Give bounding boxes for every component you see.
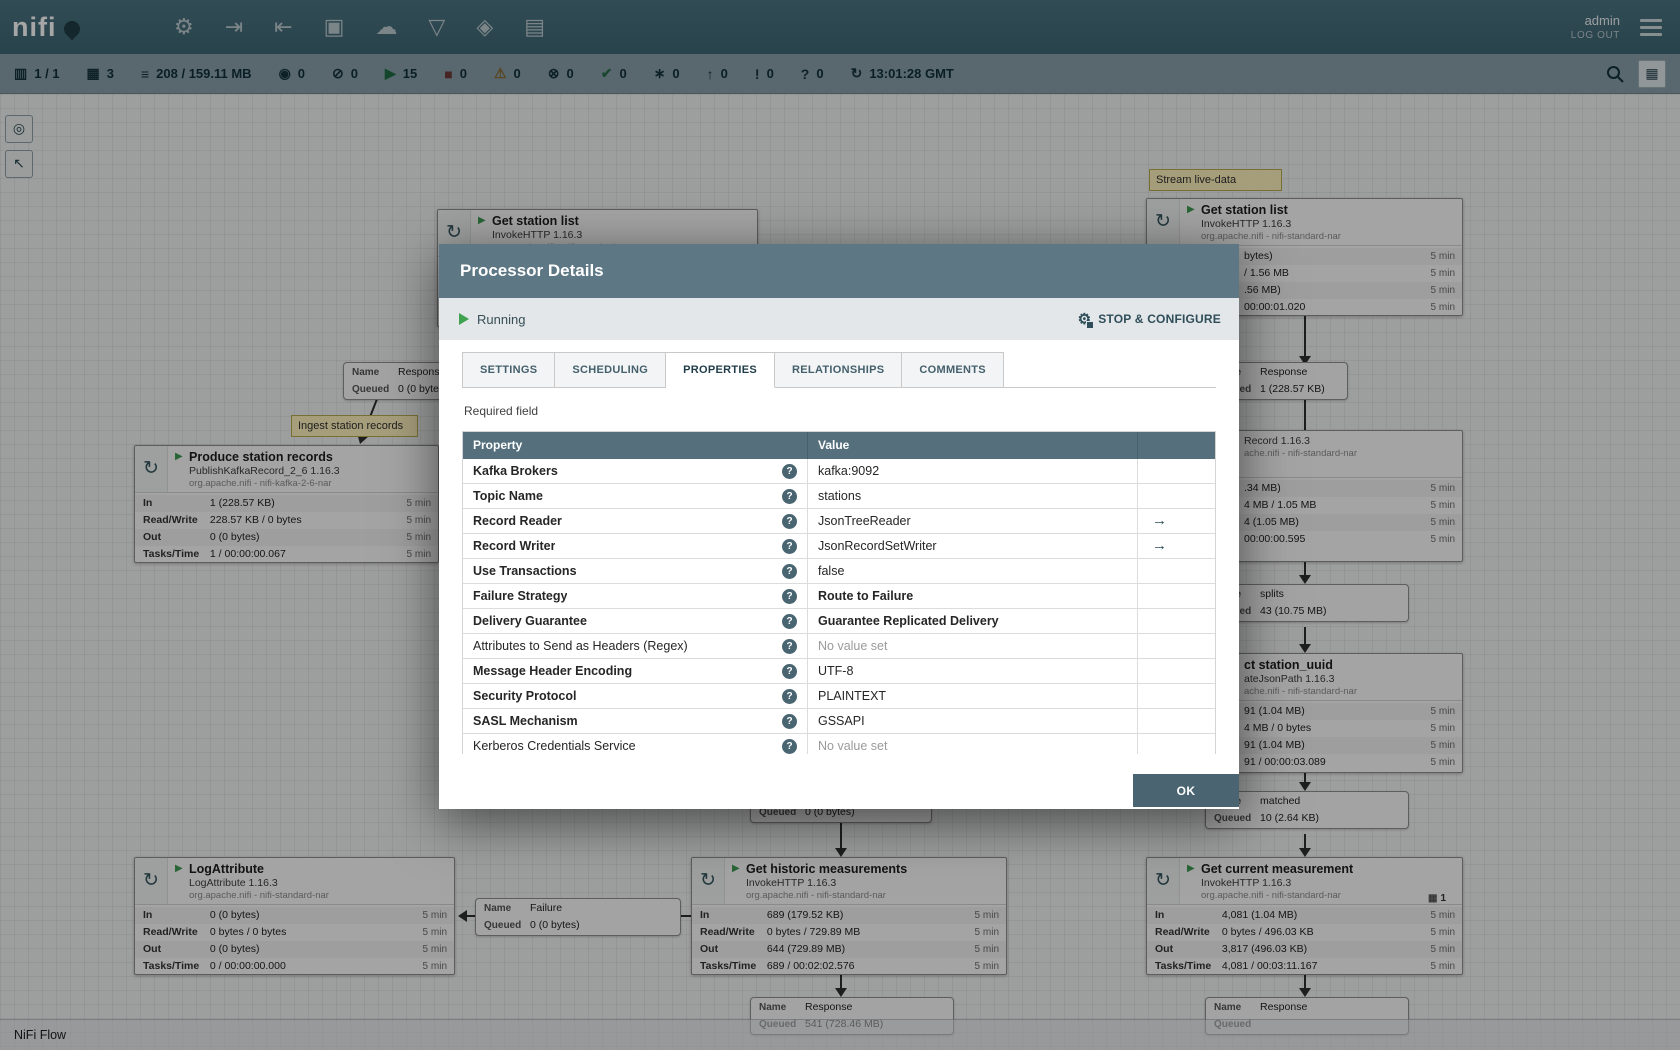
processor-details-dialog: Processor Details Running ⚙ STOP & CONFI… bbox=[439, 244, 1239, 809]
property-value: GSSAPI bbox=[818, 714, 865, 728]
property-value: Guarantee Replicated Delivery bbox=[818, 614, 999, 628]
dialog-title: Processor Details bbox=[439, 244, 1239, 298]
stop-configure-icon: ⚙ bbox=[1077, 310, 1094, 329]
help-icon[interactable]: ? bbox=[782, 513, 797, 529]
property-value: No value set bbox=[818, 639, 888, 653]
help-icon[interactable]: ? bbox=[782, 663, 797, 679]
property-name: Delivery Guarantee bbox=[473, 614, 587, 628]
property-row: Message Header Encoding ? UTF-8 bbox=[463, 659, 1215, 684]
tab-comments[interactable]: COMMENTS bbox=[902, 352, 1004, 388]
property-value: stations bbox=[818, 489, 862, 503]
property-name: Security Protocol bbox=[473, 689, 577, 703]
goto-service-arrow[interactable]: → bbox=[1138, 534, 1215, 558]
goto-service-arrow[interactable] bbox=[1138, 709, 1215, 733]
value-column-header: Value bbox=[808, 432, 1138, 459]
stop-configure-label: STOP & CONFIGURE bbox=[1098, 312, 1221, 326]
running-status-icon bbox=[459, 313, 469, 325]
property-row: Attributes to Send as Headers (Regex) ? … bbox=[463, 634, 1215, 659]
property-row: Security Protocol ? PLAINTEXT bbox=[463, 684, 1215, 709]
dialog-status-strip: Running ⚙ STOP & CONFIGURE bbox=[439, 298, 1239, 340]
goto-service-arrow[interactable]: → bbox=[1138, 509, 1215, 533]
property-row: Kerberos Credentials Service ? No value … bbox=[463, 734, 1215, 754]
property-name: Message Header Encoding bbox=[473, 664, 633, 678]
help-icon[interactable]: ? bbox=[782, 488, 797, 504]
property-name: Kafka Brokers bbox=[473, 464, 558, 478]
property-value: PLAINTEXT bbox=[818, 689, 887, 703]
property-name: Failure Strategy bbox=[473, 589, 568, 603]
property-value: JsonRecordSetWriter bbox=[818, 539, 937, 553]
goto-service-arrow[interactable] bbox=[1138, 659, 1215, 683]
required-field-note: Required field bbox=[464, 404, 539, 418]
property-value: UTF-8 bbox=[818, 664, 854, 678]
property-name: Record Writer bbox=[473, 539, 556, 553]
property-name: Topic Name bbox=[473, 489, 543, 503]
property-row: Record Reader ? JsonTreeReader → bbox=[463, 509, 1215, 534]
properties-table-header: Property Value bbox=[463, 432, 1215, 459]
help-icon[interactable]: ? bbox=[782, 588, 797, 604]
goto-service-arrow[interactable] bbox=[1138, 459, 1215, 483]
property-column-header: Property bbox=[463, 432, 808, 459]
property-name: Use Transactions bbox=[473, 564, 577, 578]
goto-service-arrow[interactable] bbox=[1138, 634, 1215, 658]
run-status-text: Running bbox=[477, 311, 526, 327]
property-row: Topic Name ? stations bbox=[463, 484, 1215, 509]
property-name: Record Reader bbox=[473, 514, 562, 528]
property-row: Record Writer ? JsonRecordSetWriter → bbox=[463, 534, 1215, 559]
dialog-tabs: SETTINGS SCHEDULING PROPERTIES RELATIONS… bbox=[462, 352, 1216, 388]
goto-service-arrow[interactable] bbox=[1138, 584, 1215, 608]
ok-button[interactable]: OK bbox=[1133, 774, 1239, 807]
tab-relationships[interactable]: RELATIONSHIPS bbox=[775, 352, 903, 388]
stop-and-configure-button[interactable]: ⚙ STOP & CONFIGURE bbox=[1077, 310, 1221, 329]
property-row: SASL Mechanism ? GSSAPI bbox=[463, 709, 1215, 734]
property-name: SASL Mechanism bbox=[473, 714, 578, 728]
property-value: kafka:9092 bbox=[818, 464, 880, 478]
property-value: JsonTreeReader bbox=[818, 514, 911, 528]
property-value: No value set bbox=[818, 739, 888, 753]
tab-scheduling[interactable]: SCHEDULING bbox=[555, 352, 667, 388]
goto-service-arrow[interactable] bbox=[1138, 609, 1215, 633]
property-row: Use Transactions ? false bbox=[463, 559, 1215, 584]
goto-service-arrow[interactable] bbox=[1138, 684, 1215, 708]
property-value: Route to Failure bbox=[818, 589, 914, 603]
property-row: Failure Strategy ? Route to Failure bbox=[463, 584, 1215, 609]
help-icon[interactable]: ? bbox=[782, 563, 797, 579]
tab-settings[interactable]: SETTINGS bbox=[462, 352, 556, 388]
help-icon[interactable]: ? bbox=[782, 463, 797, 479]
property-name: Kerberos Credentials Service bbox=[473, 739, 636, 753]
help-icon[interactable]: ? bbox=[782, 738, 797, 754]
property-value: false bbox=[818, 564, 845, 578]
help-icon[interactable]: ? bbox=[782, 713, 797, 729]
goto-service-arrow[interactable] bbox=[1138, 734, 1215, 754]
help-icon[interactable]: ? bbox=[782, 688, 797, 704]
goto-service-arrow[interactable] bbox=[1138, 484, 1215, 508]
properties-table: Property Value Kafka Brokers ? kafka:909… bbox=[462, 431, 1216, 754]
help-icon[interactable]: ? bbox=[782, 613, 797, 629]
property-name: Attributes to Send as Headers (Regex) bbox=[473, 639, 688, 653]
goto-service-arrow[interactable] bbox=[1138, 559, 1215, 583]
tab-properties[interactable]: PROPERTIES bbox=[666, 352, 776, 388]
property-row: Kafka Brokers ? kafka:9092 bbox=[463, 459, 1215, 484]
property-row: Delivery Guarantee ? Guarantee Replicate… bbox=[463, 609, 1215, 634]
help-icon[interactable]: ? bbox=[782, 538, 797, 554]
help-icon[interactable]: ? bbox=[782, 638, 797, 654]
